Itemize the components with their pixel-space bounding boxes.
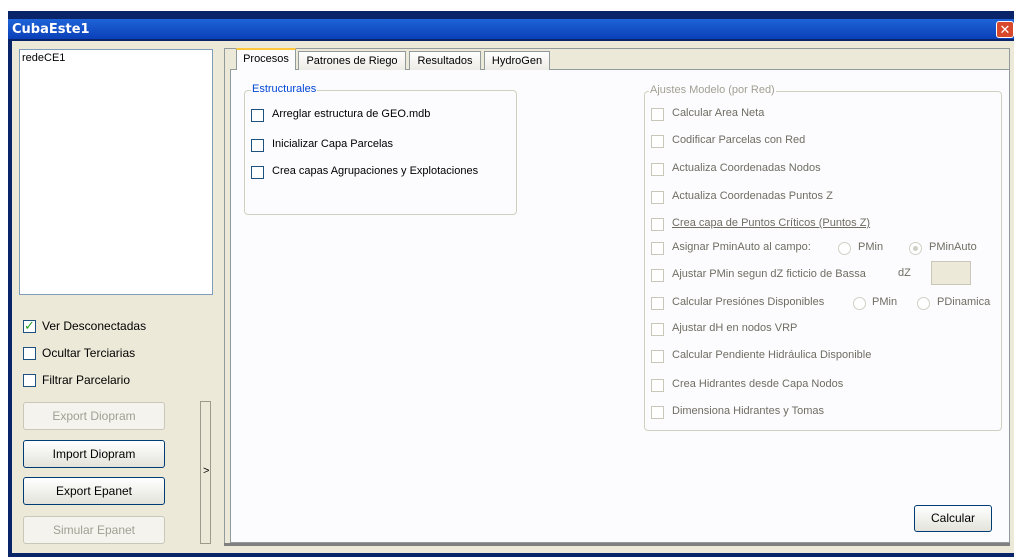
- ocultar-terciarias-label: Ocultar Terciarias: [42, 346, 136, 360]
- ver-desconectadas-checkbox[interactable]: [23, 318, 36, 334]
- crea-hidrantes-label: Crea Hidrantes desde Capa Nodos: [672, 378, 844, 390]
- ajustar-pmin-dz-label: Ajustar PMin segun dZ ficticio de Bassa: [672, 268, 866, 280]
- inicializar-parcelas-label: Inicializar Capa Parcelas: [272, 138, 394, 150]
- crea-capa-puntos-criticos-checkbox[interactable]: [651, 218, 664, 231]
- ver-desconectadas-label: Ver Desconectadas: [42, 319, 147, 333]
- inicializar-parcelas-checkbox[interactable]: [251, 139, 264, 152]
- calcular-presiones-label: Calcular Presiónes Disponibles: [672, 296, 825, 308]
- crea-hidrantes-checkbox[interactable]: [651, 379, 664, 392]
- crea-capas-agrupaciones-checkbox[interactable]: [251, 166, 264, 179]
- calcular-presiones-checkbox[interactable]: [651, 297, 664, 310]
- close-icon[interactable]: ✕: [996, 21, 1014, 38]
- presiones-pdinamica-radio[interactable]: [917, 297, 930, 310]
- asignar-pminauto-radio[interactable]: [909, 242, 922, 255]
- actualiza-coord-nodos-label: Actualiza Coordenadas Nodos: [672, 162, 821, 174]
- codificar-parcelas-label: Codificar Parcelas con Red: [672, 134, 806, 146]
- export-diopram-button[interactable]: Export Diopram: [23, 402, 165, 430]
- dimensiona-hidrantes-label: Dimensiona Hidrantes y Tomas: [672, 405, 825, 417]
- codificar-parcelas-checkbox[interactable]: [651, 135, 664, 148]
- crea-capas-agrupaciones-label: Crea capas Agrupaciones y Explotaciones: [272, 165, 479, 177]
- calcular-pendiente-checkbox[interactable]: [651, 350, 664, 363]
- chevron-right-icon[interactable]: >: [203, 465, 209, 477]
- filtrar-parcelario-label: Filtrar Parcelario: [42, 373, 131, 387]
- dz-input[interactable]: [931, 261, 971, 285]
- asignar-pminauto-checkbox[interactable]: [651, 242, 664, 255]
- presiones-pdinamica-label: PDinamica: [937, 296, 991, 308]
- calcular-pendiente-label: Calcular Pendiente Hidráulica Disponible: [672, 349, 872, 361]
- arreglar-estructura-checkbox[interactable]: [251, 109, 264, 122]
- asignar-pmin-label: PMin: [858, 241, 884, 253]
- asignar-pminauto-label: Asignar PminAuto al campo:: [672, 241, 811, 253]
- simular-epanet-button[interactable]: Simular Epanet: [23, 516, 165, 544]
- dz-label: dZ: [898, 267, 911, 279]
- ajustar-dh-vrp-checkbox[interactable]: [651, 323, 664, 336]
- crea-capa-puntos-criticos-label: Crea capa de Puntos Críticos (Puntos Z): [672, 217, 871, 229]
- tab-hydrogen[interactable]: HydroGen: [484, 51, 550, 70]
- asignar-pminauto-radio-label: PMinAuto: [929, 241, 977, 253]
- panel-shadow: [224, 543, 1010, 546]
- filtrar-parcelario-checkbox[interactable]: [23, 374, 36, 387]
- ajustes-legend: Ajustes Modelo (por Red): [649, 84, 776, 96]
- actualiza-coord-puntos-z-checkbox[interactable]: [651, 191, 664, 204]
- title-bar[interactable]: [8, 19, 1014, 39]
- calcular-area-neta-checkbox[interactable]: [651, 108, 664, 121]
- presiones-pmin-radio[interactable]: [853, 297, 866, 310]
- window-title: CubaEste1: [12, 22, 90, 37]
- list-item[interactable]: redeCE1: [22, 52, 65, 64]
- presiones-pmin-label: PMin: [872, 296, 898, 308]
- actualiza-coord-puntos-z-label: Actualiza Coordenadas Puntos Z: [672, 190, 833, 202]
- calcular-area-neta-label: Calcular Area Neta: [672, 107, 765, 119]
- calcular-button[interactable]: Calcular: [914, 505, 992, 532]
- tab-resultados[interactable]: Resultados: [409, 51, 481, 70]
- tab-procesos[interactable]: Procesos: [236, 48, 296, 70]
- export-epanet-button[interactable]: Export Epanet: [23, 477, 165, 505]
- ajustar-pmin-dz-checkbox[interactable]: [651, 269, 664, 282]
- arreglar-estructura-label: Arreglar estructura de GEO.mdb: [272, 108, 431, 120]
- estructurales-legend: Estructurales: [251, 83, 318, 95]
- network-list[interactable]: [19, 49, 213, 295]
- ajustar-dh-vrp-label: Ajustar dH en nodos VRP: [672, 322, 798, 334]
- dimensiona-hidrantes-checkbox[interactable]: [651, 406, 664, 419]
- ocultar-terciarias-checkbox[interactable]: [23, 347, 36, 360]
- asignar-pmin-radio[interactable]: [838, 242, 851, 255]
- import-diopram-button[interactable]: Import Diopram: [23, 440, 165, 468]
- actualiza-coord-nodos-checkbox[interactable]: [651, 163, 664, 176]
- tab-patrones-de-riego[interactable]: Patrones de Riego: [298, 51, 406, 70]
